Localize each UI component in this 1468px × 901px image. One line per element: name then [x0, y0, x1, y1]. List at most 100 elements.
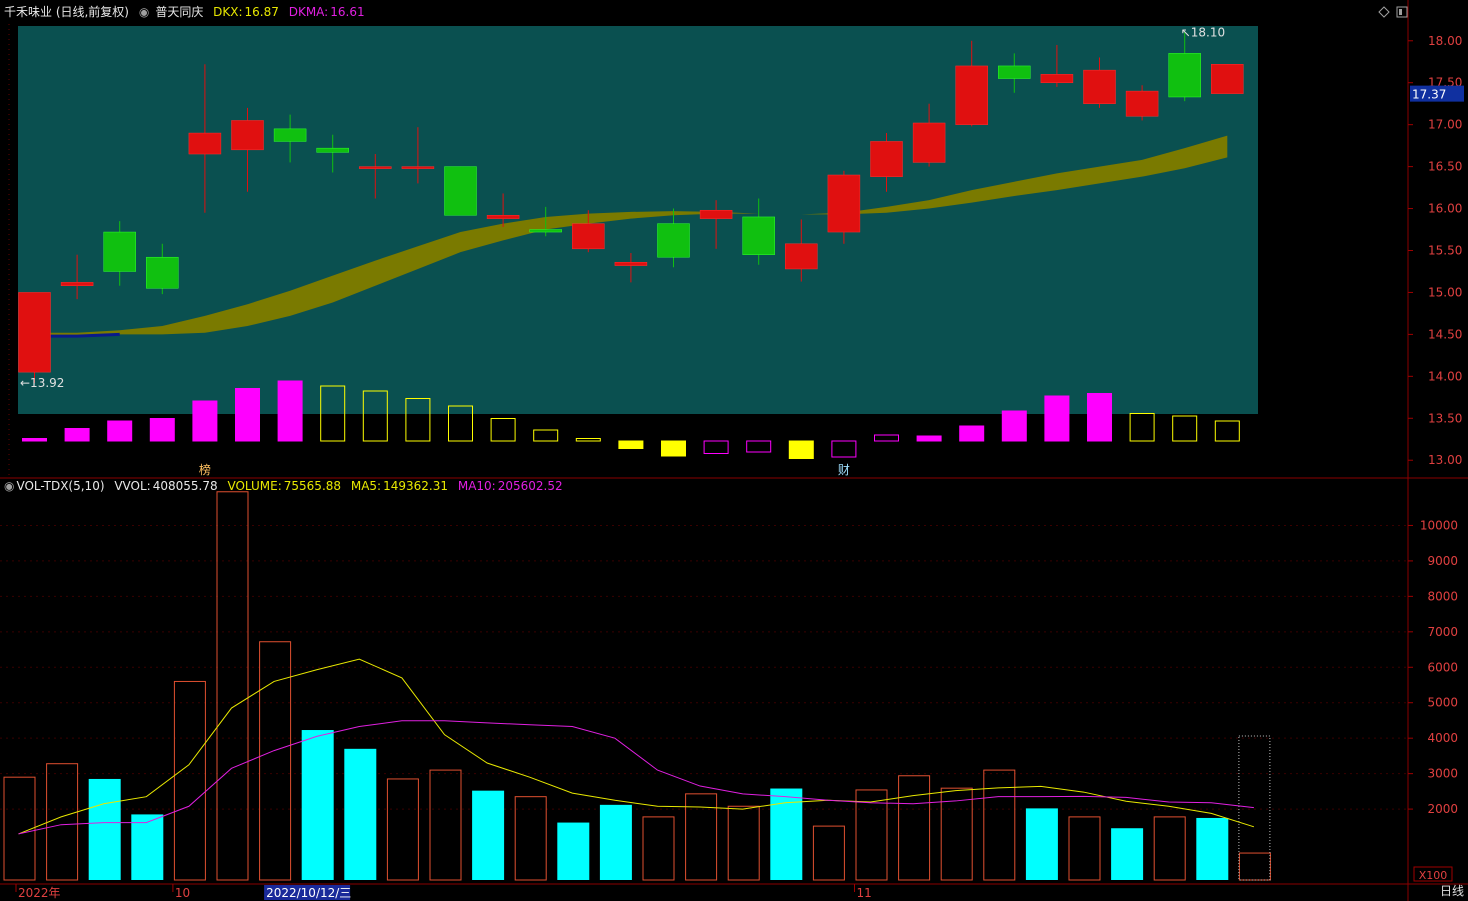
- volume-bar: [1238, 852, 1271, 881]
- volume-bar: [216, 491, 249, 881]
- candle-body: [699, 209, 733, 219]
- volume-axis-label: 9000: [1427, 554, 1458, 568]
- volume-bar: [3, 776, 36, 881]
- volume-axis-label: 8000: [1427, 589, 1458, 603]
- strength-bar: [1129, 413, 1155, 442]
- volume-indicator-toggle-icon[interactable]: ◉: [4, 479, 14, 493]
- strength-bar: [703, 440, 729, 454]
- strength-bar: [490, 418, 516, 442]
- volume-bar: [1196, 817, 1229, 880]
- vvol-label: VVOL:: [114, 479, 151, 493]
- strength-bar: [959, 425, 985, 442]
- candle-body: [1125, 90, 1159, 117]
- strength-bar: [235, 388, 260, 442]
- x-axis-label: 2022年: [18, 886, 61, 900]
- price-axis-label: 15.00: [1428, 285, 1462, 299]
- diamond-icon[interactable]: [1378, 6, 1390, 18]
- high-price-marker: ↖18.10: [1181, 25, 1225, 39]
- price-header: 千禾味业 (日线,前复权) ◉ 普天同庆 DKX: 16.87 DKMA: 16.61: [4, 5, 371, 19]
- volume-bar: [599, 804, 632, 880]
- volume-axis-label: 5000: [1427, 696, 1458, 710]
- candle-body: [1211, 64, 1244, 94]
- price-axis-label: 18.00: [1428, 34, 1462, 48]
- strength-bar: [831, 440, 857, 458]
- candle-body: [998, 65, 1031, 79]
- low-price-marker: ←13.92: [20, 376, 64, 390]
- candle-body: [1083, 69, 1116, 104]
- volume-bar: [386, 778, 419, 881]
- candle-body: [657, 223, 690, 258]
- price-axis-label: 15.50: [1428, 244, 1462, 258]
- candle-body: [785, 243, 818, 270]
- candle-body: [18, 292, 51, 373]
- price-axis-label: 13.50: [1428, 411, 1462, 425]
- candle-body: [912, 122, 946, 163]
- event-mark: 榜: [199, 462, 211, 477]
- dkma-label: DKMA:: [288, 5, 329, 19]
- volume-label: VOLUME:: [227, 479, 282, 493]
- stock-title[interactable]: 千禾味业 (日线,前复权): [4, 5, 129, 19]
- ma10-label: MA10:: [457, 479, 496, 493]
- volume-bar: [898, 775, 931, 881]
- indicator-name[interactable]: 普天同庆: [155, 5, 203, 19]
- strength-bar: [661, 440, 686, 457]
- volume-axis-label: 4000: [1427, 731, 1458, 745]
- price-axis-label: 16.00: [1428, 202, 1462, 216]
- indicator-toggle-icon[interactable]: ◉: [139, 5, 149, 19]
- volume-bar: [344, 748, 377, 880]
- volume-indicator-name[interactable]: VOL-TDX(5,10): [16, 479, 104, 493]
- candle-body: [316, 147, 349, 153]
- ma5-line: [18, 658, 1255, 835]
- candle-body: [146, 256, 179, 289]
- current-price-tag: 17.37: [1412, 88, 1446, 102]
- candle-body: [1040, 74, 1074, 83]
- price-panel-background: [18, 26, 1258, 414]
- volume-axis-label: 6000: [1427, 660, 1458, 674]
- strength-bar: [788, 440, 814, 459]
- volume-bar: [983, 769, 1016, 881]
- candle-body: [955, 65, 988, 125]
- candle-body: [870, 141, 903, 177]
- strength-bar: [618, 440, 644, 449]
- strength-bar: [1172, 415, 1198, 442]
- strength-bar: [1214, 420, 1240, 442]
- candle-body: [273, 128, 307, 142]
- candle-body: [401, 166, 435, 169]
- candle-body: [60, 282, 94, 286]
- volume-axis-label: 10000: [1420, 518, 1458, 532]
- volume-axis-label: 7000: [1427, 625, 1458, 639]
- volume-bar: [88, 778, 121, 880]
- ma10-value: 205602.52: [497, 479, 563, 493]
- price-axis-label: 14.00: [1428, 369, 1462, 383]
- candle-body: [103, 231, 136, 272]
- strength-bar: [107, 420, 133, 442]
- candle-body: [827, 174, 861, 233]
- strength-bar: [533, 429, 559, 442]
- volume-bar: [727, 805, 760, 881]
- strength-bar: [916, 435, 942, 442]
- ma5-label: MA5:: [350, 479, 382, 493]
- volume-bar: [429, 769, 462, 881]
- candle-body: [231, 120, 264, 151]
- candle-body: [614, 261, 648, 266]
- strength-bar: [22, 438, 47, 442]
- volume-axis-label: 2000: [1427, 802, 1458, 816]
- strength-bar: [277, 380, 303, 442]
- volume-unit-label: X100: [1419, 869, 1448, 882]
- panel-toggle-icon[interactable]: [1396, 6, 1408, 18]
- volume-value: 75565.88: [283, 479, 342, 493]
- candle-body: [486, 215, 520, 219]
- volume-bar: [472, 790, 505, 880]
- volume-bar: [1111, 828, 1144, 880]
- x-axis-label: 2022/10/12/三: [266, 886, 351, 900]
- volume-bar: [812, 825, 845, 881]
- strength-bar: [1044, 395, 1070, 442]
- volume-bar: [1153, 816, 1186, 881]
- strength-bar: [746, 440, 772, 453]
- volume-header: ◉ VOL-TDX(5,10) VVOL: 408055.78 VOLUME: 755…: [4, 479, 569, 493]
- dkma-value: 16.61: [330, 5, 365, 19]
- volume-bar: [1025, 808, 1058, 880]
- strength-bar: [1087, 393, 1112, 442]
- period-selector[interactable]: 日线: [1440, 882, 1464, 899]
- ma5-value: 149362.31: [383, 479, 449, 493]
